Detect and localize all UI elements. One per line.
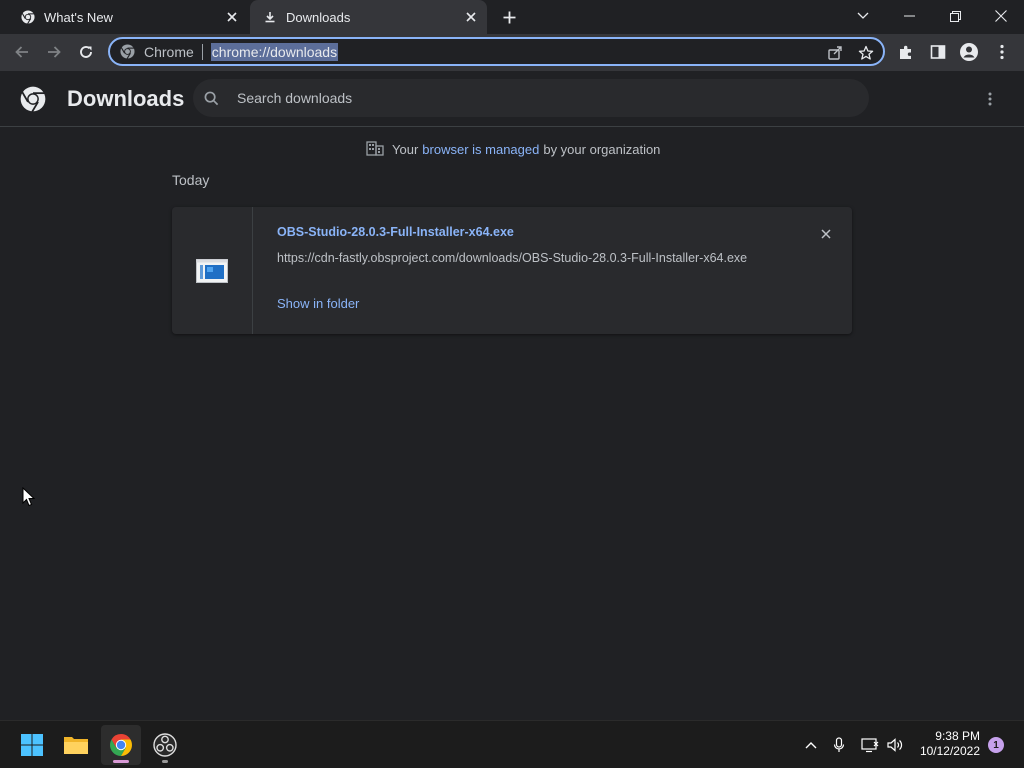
chrome-logo-icon: [120, 44, 136, 60]
clock-date: 10/12/2022: [919, 744, 980, 758]
network-icon[interactable]: [858, 733, 882, 757]
show-hidden-icons-chevron-icon[interactable]: [799, 733, 823, 757]
menu-kebab-icon[interactable]: [989, 39, 1015, 65]
chrome-taskbar-icon[interactable]: [101, 725, 141, 765]
reload-icon[interactable]: [72, 38, 100, 66]
installer-file-icon: [196, 259, 228, 283]
search-icon: [204, 89, 222, 107]
windows-start-icon[interactable]: [12, 725, 52, 765]
address-bar[interactable]: Chrome chrome://downloads: [108, 37, 885, 66]
downloads-header: Downloads: [0, 71, 1024, 127]
profile-avatar-icon[interactable]: [956, 39, 982, 65]
side-panel-icon[interactable]: [925, 39, 951, 65]
volume-icon[interactable]: [883, 733, 907, 757]
minimize-icon[interactable]: [886, 0, 932, 32]
tab-strip: What's New Downloads: [0, 0, 1024, 34]
building-icon: [366, 140, 384, 158]
chrome-logo-icon: [20, 86, 46, 113]
close-window-icon[interactable]: [978, 0, 1024, 32]
show-in-folder-link[interactable]: Show in folder: [277, 296, 359, 311]
download-file-name-link[interactable]: OBS-Studio-28.0.3-Full-Installer-x64.exe: [277, 225, 514, 239]
tab-title: Downloads: [286, 9, 351, 25]
close-tab-icon[interactable]: [222, 7, 242, 27]
share-icon[interactable]: [825, 43, 845, 63]
remove-download-close-icon[interactable]: [817, 225, 835, 243]
download-item-card: OBS-Studio-28.0.3-Full-Installer-x64.exe…: [172, 207, 852, 334]
obs-studio-icon[interactable]: [145, 725, 185, 765]
running-app-indicator: [162, 760, 168, 763]
download-icon: [262, 9, 278, 25]
tab-whats-new[interactable]: What's New: [8, 0, 248, 34]
bookmark-star-icon[interactable]: [856, 43, 876, 63]
managed-notice: Your browser is managed by your organiza…: [366, 140, 660, 158]
browser-toolbar: Chrome chrome://downloads: [0, 34, 1024, 71]
search-input[interactable]: [237, 90, 837, 106]
page-title: Downloads: [67, 86, 185, 111]
windows-taskbar: 9:38 PM 10/12/2022 1: [0, 720, 1024, 768]
chrome-logo-icon: [20, 9, 36, 25]
file-icon-column: [172, 207, 253, 334]
omnibox-url[interactable]: chrome://downloads: [210, 42, 339, 61]
date-group-label: Today: [172, 172, 210, 188]
extensions-puzzle-icon[interactable]: [893, 39, 919, 65]
mouse-cursor-icon: [22, 486, 36, 507]
search-downloads-box[interactable]: [193, 79, 869, 117]
active-app-indicator: [113, 760, 129, 763]
new-tab-plus-icon[interactable]: [498, 6, 520, 28]
managed-suffix: by your organization: [543, 141, 661, 157]
taskbar-clock[interactable]: 9:38 PM 10/12/2022: [914, 729, 980, 759]
managed-prefix: Your: [392, 141, 419, 157]
browser-managed-link[interactable]: browser is managed: [422, 142, 539, 157]
clock-time: 9:38 PM: [935, 729, 980, 743]
more-actions-kebab-icon[interactable]: [978, 87, 1002, 111]
restore-icon[interactable]: [932, 0, 978, 32]
forward-arrow-icon[interactable]: [40, 38, 68, 66]
tab-search-chevron-icon[interactable]: [840, 0, 886, 32]
notification-badge[interactable]: 1: [988, 737, 1004, 753]
file-explorer-icon[interactable]: [56, 725, 96, 765]
omnibox-scheme-chip: Chrome: [144, 43, 203, 60]
download-source-url[interactable]: https://cdn-fastly.obsproject.com/downlo…: [277, 251, 747, 265]
close-tab-icon[interactable]: [461, 7, 481, 27]
tab-title: What's New: [44, 9, 113, 25]
back-arrow-icon[interactable]: [8, 38, 36, 66]
tab-downloads[interactable]: Downloads: [250, 0, 487, 34]
microphone-icon[interactable]: [827, 733, 851, 757]
